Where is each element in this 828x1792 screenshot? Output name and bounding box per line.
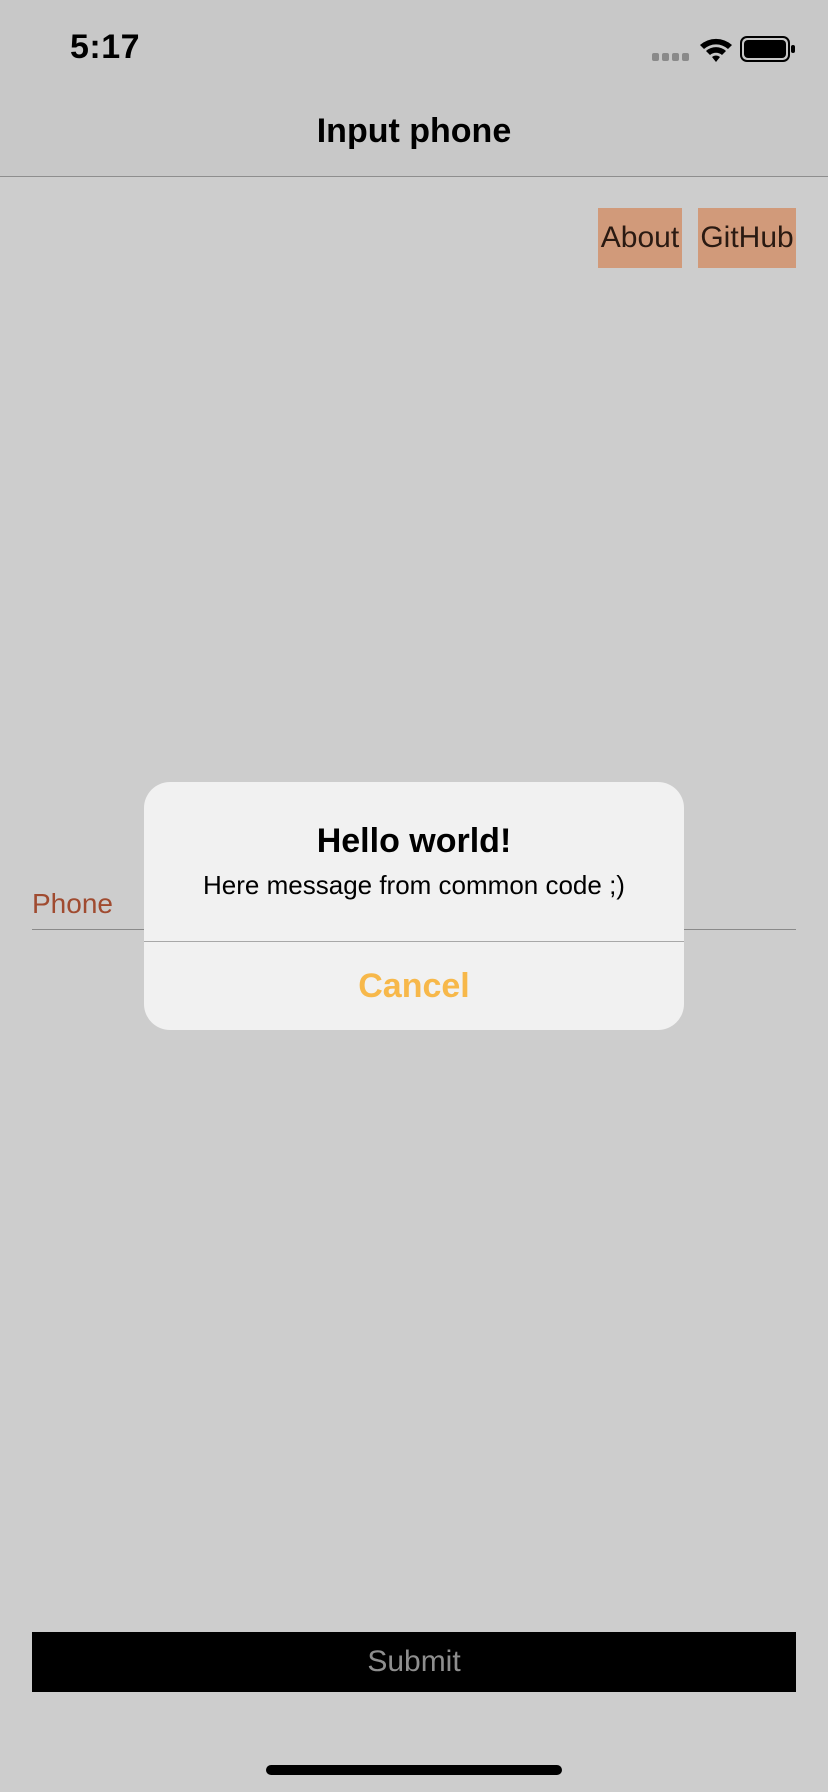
cellular-signal-icon [652,53,690,61]
status-bar: 5:17 [0,0,828,100]
alert-title: Hello world! [316,822,512,860]
alert-message: Here message from common code ;) [203,870,625,900]
alert-dialog: Hello world! Here message from common co… [144,782,684,1030]
about-button[interactable]: About [598,208,682,268]
page-title: Input phone [316,112,512,150]
phone-input-placeholder[interactable]: Phone [32,888,113,920]
home-indicator[interactable] [266,1765,562,1775]
github-button[interactable]: GitHub [698,208,796,268]
cancel-button[interactable]: Cancel [144,942,684,1030]
submit-button[interactable]: Submit [32,1632,796,1692]
status-time: 5:17 [70,28,141,66]
navigation-bar: Input phone [0,100,828,177]
battery-icon [740,36,795,62]
wifi-icon [700,38,732,62]
